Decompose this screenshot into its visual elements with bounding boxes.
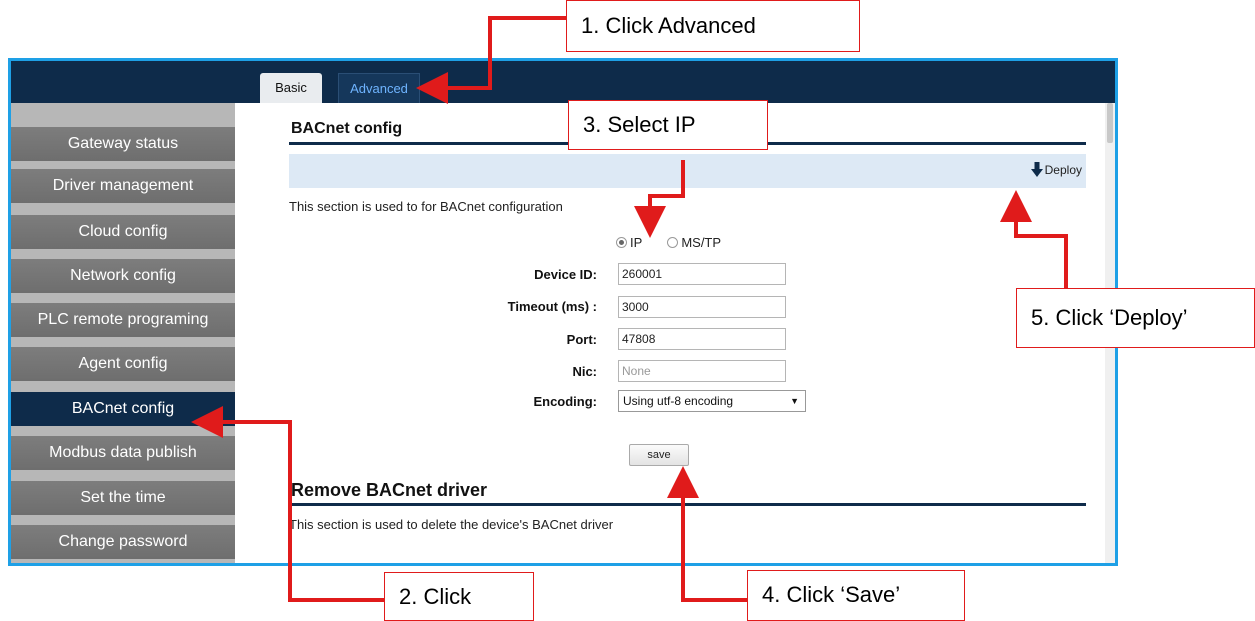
- sidebar-item-change-password[interactable]: Change password: [11, 517, 235, 559]
- port-field[interactable]: 47808: [618, 328, 786, 350]
- sidebar-item-driver-management[interactable]: Driver management: [11, 161, 235, 203]
- nic-field[interactable]: None: [618, 360, 786, 382]
- save-button[interactable]: save: [629, 444, 689, 466]
- sidebar-item-modbus-data-publish[interactable]: Modbus data publish: [11, 428, 235, 470]
- device-id-label: Device ID:: [534, 267, 597, 282]
- callout-step1: 1. Click Advanced: [566, 0, 860, 52]
- encoding-label: Encoding:: [533, 394, 597, 409]
- encoding-value: Using utf-8 encoding: [623, 394, 734, 408]
- sidebar-item-gateway-status[interactable]: Gateway status: [11, 119, 235, 161]
- radio-ip[interactable]: [616, 237, 627, 248]
- callout-step5: 5. Click ‘Deploy’: [1016, 288, 1255, 348]
- callout-step3: 3. Select IP: [568, 100, 768, 150]
- remove-section-title: Remove BACnet driver: [291, 480, 488, 500]
- sidebar-item-cloud-config[interactable]: Cloud config: [11, 207, 235, 249]
- callout-step4: 4. Click ‘Save’: [747, 570, 965, 621]
- tab-advanced[interactable]: Advanced: [338, 73, 420, 103]
- nic-label: Nic:: [572, 364, 597, 379]
- sidebar-item-agent-config[interactable]: Agent config: [11, 339, 235, 381]
- timeout-field[interactable]: 3000: [618, 296, 786, 318]
- radio-mstp-label: MS/TP: [681, 235, 722, 250]
- deploy-button[interactable]: Deploy: [1030, 162, 1082, 178]
- deploy-label: Deploy: [1044, 163, 1082, 177]
- download-arrow-icon: [1030, 162, 1043, 177]
- app-window: Basic Advanced Gateway status Driver man…: [8, 58, 1118, 566]
- protocol-radio-group: IP MS/TP: [616, 235, 721, 250]
- port-label: Port:: [566, 332, 597, 347]
- sidebar-item-bacnet-config[interactable]: BACnet config: [11, 384, 235, 426]
- sidebar-item-plc-remote-programing[interactable]: PLC remote programing: [11, 295, 235, 337]
- page-title: BACnet config: [291, 120, 403, 137]
- remove-divider: [289, 503, 1086, 506]
- sidebar: Gateway status Driver management Cloud c…: [11, 103, 235, 563]
- tab-basic[interactable]: Basic: [260, 73, 322, 103]
- sidebar-item-network-config[interactable]: Network config: [11, 251, 235, 293]
- callout-step2: 2. Click: [384, 572, 534, 621]
- timeout-label: Timeout (ms) :: [507, 299, 597, 314]
- encoding-select[interactable]: Using utf-8 encoding ▼: [618, 390, 806, 412]
- device-id-field[interactable]: 260001: [618, 263, 786, 285]
- top-bar: Basic Advanced: [11, 61, 1115, 103]
- action-bar: Deploy: [289, 154, 1086, 188]
- radio-mstp[interactable]: [667, 237, 679, 248]
- radio-ip-label: IP: [630, 235, 643, 250]
- main-content: BACnet config Deploy This section is use…: [235, 103, 1115, 563]
- sidebar-item-set-the-time[interactable]: Set the time: [11, 473, 235, 515]
- scrollbar-thumb[interactable]: [1107, 103, 1113, 143]
- caret-down-icon: ▼: [790, 396, 799, 406]
- remove-description: This section is used to delete the devic…: [289, 517, 614, 532]
- section-description: This section is used to for BACnet confi…: [289, 199, 563, 214]
